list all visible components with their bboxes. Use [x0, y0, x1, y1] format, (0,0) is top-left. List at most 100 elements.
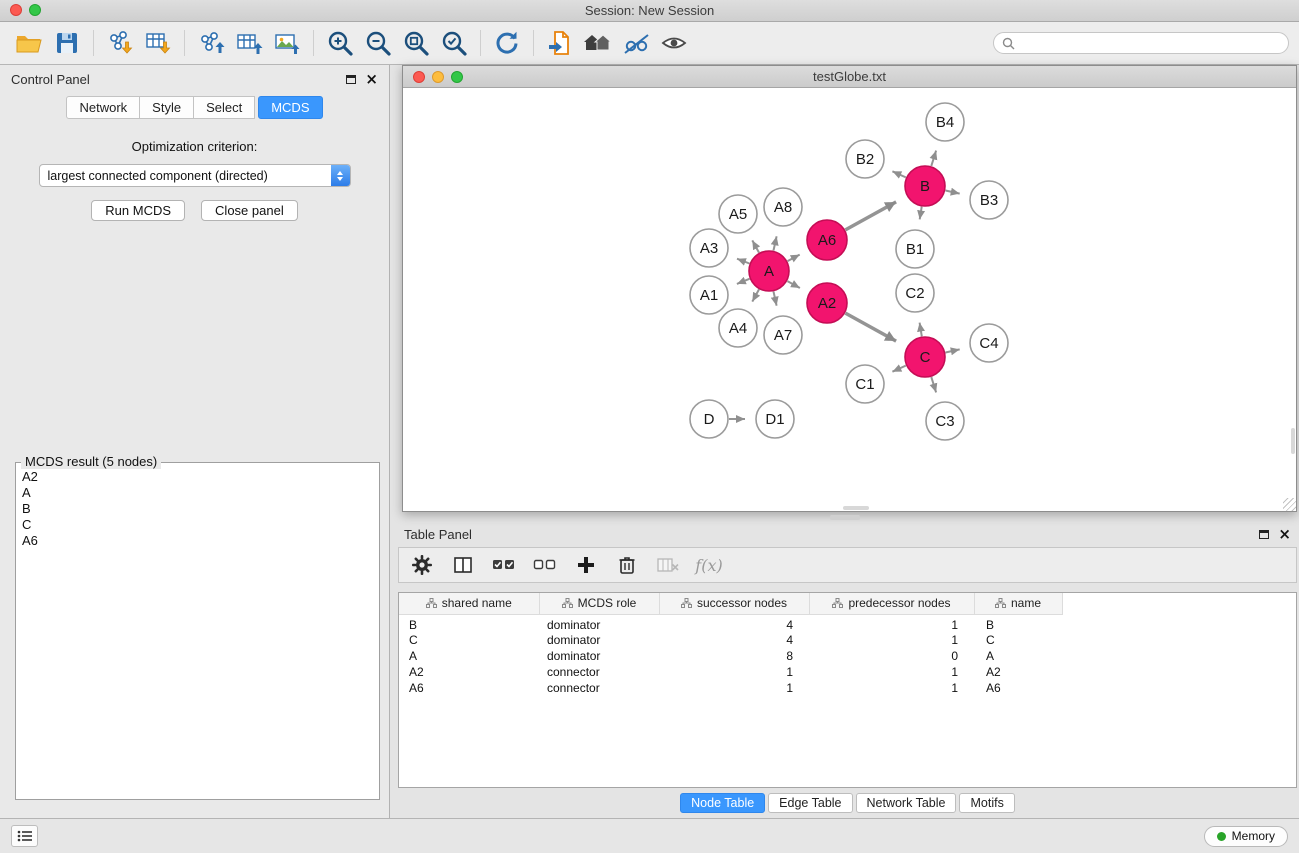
- table-cell[interactable]: 1: [809, 614, 974, 632]
- zoom-fit-button[interactable]: [397, 26, 435, 60]
- table-cell[interactable]: dominator: [539, 614, 659, 632]
- splitter-handle[interactable]: [830, 515, 860, 520]
- column-header-mcds-role[interactable]: MCDS role: [539, 593, 659, 614]
- result-list-item[interactable]: A2: [22, 469, 373, 485]
- float-panel-icon[interactable]: [346, 75, 356, 84]
- graph-node-A4[interactable]: A4: [719, 309, 757, 347]
- graph-node-A3[interactable]: A3: [690, 229, 728, 267]
- graph-node-B[interactable]: B: [905, 166, 945, 206]
- memory-button[interactable]: Memory: [1204, 826, 1288, 847]
- table-cell[interactable]: 1: [809, 632, 974, 648]
- graph-edge-A-A1[interactable]: [737, 279, 750, 284]
- eye-button[interactable]: [655, 26, 693, 60]
- glasses-button[interactable]: [617, 26, 655, 60]
- table-cell[interactable]: A2: [974, 664, 1062, 680]
- graph-edge-A-A6[interactable]: [788, 255, 800, 262]
- table-cell[interactable]: dominator: [539, 632, 659, 648]
- tab-motifs[interactable]: Motifs: [959, 793, 1014, 813]
- table-row[interactable]: A6connector11A6: [399, 680, 1062, 696]
- table-cell[interactable]: A2: [399, 664, 539, 680]
- graph-edge-C-C1[interactable]: [892, 366, 905, 372]
- graph-node-B4[interactable]: B4: [926, 103, 964, 141]
- import-network-button[interactable]: [101, 26, 139, 60]
- network-zoom-button[interactable]: [451, 71, 463, 83]
- graph-node-C3[interactable]: C3: [926, 402, 964, 440]
- network-close-button[interactable]: [413, 71, 425, 83]
- graph-node-A7[interactable]: A7: [764, 316, 802, 354]
- graph-edge-A-A3[interactable]: [737, 259, 749, 264]
- result-list-item[interactable]: B: [22, 501, 373, 517]
- table-cell[interactable]: C: [974, 632, 1062, 648]
- network-horizontal-scrollbar[interactable]: [843, 506, 869, 510]
- graph-node-A8[interactable]: A8: [764, 188, 802, 226]
- table-cell[interactable]: B: [399, 614, 539, 632]
- home-button[interactable]: [579, 26, 617, 60]
- resize-grip-icon[interactable]: [1283, 498, 1296, 511]
- network-file-button[interactable]: [541, 26, 579, 60]
- graph-edge-A2-C[interactable]: [845, 313, 896, 341]
- save-session-button[interactable]: [48, 26, 86, 60]
- graph-node-A6[interactable]: A6: [807, 220, 847, 260]
- graph-edge-A-A5[interactable]: [752, 240, 759, 252]
- table-row[interactable]: Cdominator41C: [399, 632, 1062, 648]
- close-panel-icon[interactable]: ×: [365, 72, 378, 87]
- result-list-item[interactable]: C: [22, 517, 373, 533]
- export-table-button[interactable]: [230, 26, 268, 60]
- graph-edge-B-B1[interactable]: [920, 207, 922, 220]
- add-row-button[interactable]: [573, 552, 599, 578]
- export-image-button[interactable]: [268, 26, 306, 60]
- graph-node-A5[interactable]: A5: [719, 195, 757, 233]
- float-table-panel-icon[interactable]: [1259, 530, 1269, 539]
- graph-edge-A-A4[interactable]: [752, 289, 759, 301]
- select-all-button[interactable]: [491, 552, 517, 578]
- graph-node-B1[interactable]: B1: [896, 230, 934, 268]
- tab-node-table[interactable]: Node Table: [680, 793, 765, 813]
- tab-select[interactable]: Select: [194, 96, 255, 119]
- zoom-in-button[interactable]: [321, 26, 359, 60]
- table-cell[interactable]: 4: [659, 614, 809, 632]
- table-cell[interactable]: A6: [974, 680, 1062, 696]
- table-cell[interactable]: connector: [539, 680, 659, 696]
- table-cell[interactable]: 4: [659, 632, 809, 648]
- table-cell[interactable]: A: [974, 648, 1062, 664]
- tab-mcds[interactable]: MCDS: [258, 96, 322, 119]
- graph-node-B2[interactable]: B2: [846, 140, 884, 178]
- graph-edge-C-C4[interactable]: [946, 349, 960, 352]
- graph-node-B3[interactable]: B3: [970, 181, 1008, 219]
- graph-edge-C-C3[interactable]: [931, 377, 936, 392]
- table-cell[interactable]: A6: [399, 680, 539, 696]
- column-header-shared-name[interactable]: shared name: [399, 593, 539, 614]
- graph-node-A[interactable]: A: [749, 251, 789, 291]
- graph-node-A2[interactable]: A2: [807, 283, 847, 323]
- close-window-button[interactable]: [10, 4, 22, 16]
- table-row[interactable]: Adominator80A: [399, 648, 1062, 664]
- column-header-successor-nodes[interactable]: successor nodes: [659, 593, 809, 614]
- result-list-item[interactable]: A6: [22, 533, 373, 549]
- graph-node-C2[interactable]: C2: [896, 274, 934, 312]
- table-cell[interactable]: 1: [809, 664, 974, 680]
- graph-edge-A-A8[interactable]: [774, 236, 777, 250]
- table-cell[interactable]: 0: [809, 648, 974, 664]
- table-row[interactable]: A2connector11A2: [399, 664, 1062, 680]
- network-minimize-button[interactable]: [432, 71, 444, 83]
- result-list-item[interactable]: A: [22, 485, 373, 501]
- tab-network-table[interactable]: Network Table: [856, 793, 957, 813]
- table-cell[interactable]: C: [399, 632, 539, 648]
- zoom-selected-button[interactable]: [435, 26, 473, 60]
- table-cell[interactable]: A: [399, 648, 539, 664]
- run-mcds-button[interactable]: Run MCDS: [91, 200, 185, 221]
- graph-edge-B-B3[interactable]: [946, 191, 960, 194]
- table-settings-button[interactable]: [409, 552, 435, 578]
- zoom-window-button[interactable]: [29, 4, 41, 16]
- table-cell[interactable]: 1: [659, 680, 809, 696]
- graph-node-C[interactable]: C: [905, 337, 945, 377]
- graph-edge-B-B2[interactable]: [892, 171, 905, 177]
- column-header-predecessor-nodes[interactable]: predecessor nodes: [809, 593, 974, 614]
- graph-edge-B-B4[interactable]: [931, 151, 936, 166]
- tab-edge-table[interactable]: Edge Table: [768, 793, 852, 813]
- graph-node-D[interactable]: D: [690, 400, 728, 438]
- graph-node-C1[interactable]: C1: [846, 365, 884, 403]
- table-cell[interactable]: 1: [659, 664, 809, 680]
- tab-network[interactable]: Network: [66, 96, 140, 119]
- tab-style[interactable]: Style: [140, 96, 194, 119]
